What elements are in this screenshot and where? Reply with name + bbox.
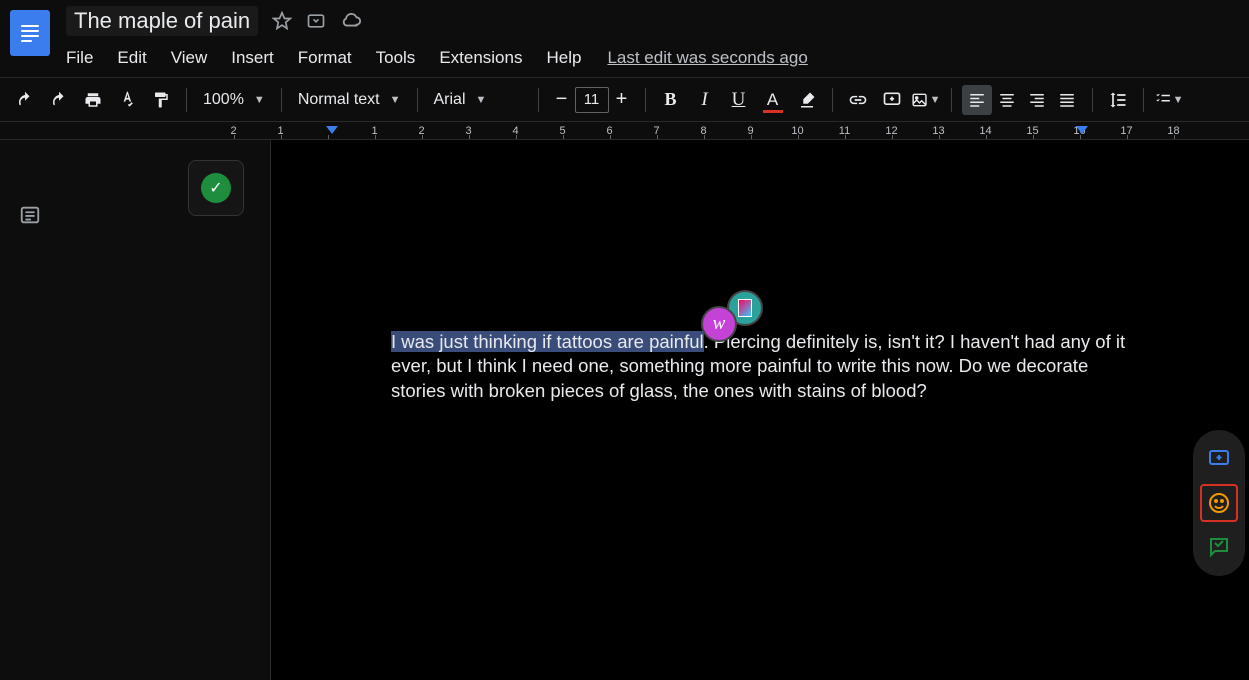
add-comment-floating-button[interactable] xyxy=(1200,440,1238,478)
formatting-toolbar: 100%▼ Normal text▼ Arial▼ − + B I U A ▼ … xyxy=(0,78,1249,122)
document-body-text[interactable]: I was just thinking if tattoos are painf… xyxy=(391,330,1139,403)
underline-button[interactable]: U xyxy=(724,85,754,115)
separator xyxy=(1092,88,1093,112)
right-indent-marker[interactable] xyxy=(1076,126,1088,137)
menu-help[interactable]: Help xyxy=(534,44,593,72)
separator xyxy=(281,88,282,112)
document-title-input[interactable]: The maple of pain xyxy=(66,6,258,36)
checklist-button[interactable]: ▼ xyxy=(1154,85,1184,115)
menu-file[interactable]: File xyxy=(66,44,105,72)
left-rail xyxy=(0,140,60,680)
document-scroll-area[interactable]: ✓ w I was just thinking if tattoos are p… xyxy=(60,140,1249,680)
ruler[interactable]: 21123456789101112131415161718 xyxy=(0,122,1249,140)
title-bar: The maple of pain File Edit View Insert … xyxy=(0,0,1249,78)
menu-edit[interactable]: Edit xyxy=(105,44,158,72)
cloud-status-icon[interactable] xyxy=(340,10,362,32)
font-size-input[interactable] xyxy=(575,87,609,113)
line-spacing-button[interactable] xyxy=(1103,85,1133,115)
print-button[interactable] xyxy=(78,85,108,115)
menu-view[interactable]: View xyxy=(159,44,220,72)
add-comment-button[interactable] xyxy=(877,85,907,115)
check-icon: ✓ xyxy=(201,173,231,203)
selected-text[interactable]: I was just thinking if tattoos are painf… xyxy=(391,331,704,352)
collaborator-avatar-1[interactable]: w xyxy=(701,306,737,342)
highlight-color-button[interactable] xyxy=(792,85,822,115)
align-justify-button[interactable] xyxy=(1052,85,1082,115)
outline-toggle-icon[interactable] xyxy=(13,198,47,232)
menu-tools[interactable]: Tools xyxy=(364,44,428,72)
menu-extensions[interactable]: Extensions xyxy=(427,44,534,72)
editor-main: ✓ w I was just thinking if tattoos are p… xyxy=(0,140,1249,680)
star-icon[interactable] xyxy=(272,11,292,31)
google-docs-app: The maple of pain File Edit View Insert … xyxy=(0,0,1249,680)
decrease-font-button[interactable]: − xyxy=(549,87,575,113)
docs-logo-icon[interactable] xyxy=(10,10,50,56)
suggest-edits-button[interactable] xyxy=(1200,528,1238,566)
grammar-check-badge[interactable]: ✓ xyxy=(188,160,244,216)
spellcheck-button[interactable] xyxy=(112,85,142,115)
comment-actions-panel xyxy=(1193,430,1245,576)
menu-insert[interactable]: Insert xyxy=(219,44,286,72)
menu-format[interactable]: Format xyxy=(286,44,364,72)
separator xyxy=(538,88,539,112)
zoom-dropdown[interactable]: 100%▼ xyxy=(197,85,271,115)
insert-link-button[interactable] xyxy=(843,85,873,115)
separator xyxy=(1143,88,1144,112)
align-left-button[interactable] xyxy=(962,85,992,115)
paint-format-button[interactable] xyxy=(146,85,176,115)
insert-image-button[interactable]: ▼ xyxy=(911,85,941,115)
paragraph-style-dropdown[interactable]: Normal text▼ xyxy=(292,85,407,115)
separator xyxy=(832,88,833,112)
redo-button[interactable] xyxy=(44,85,74,115)
separator xyxy=(951,88,952,112)
italic-button[interactable]: I xyxy=(690,85,720,115)
undo-button[interactable] xyxy=(10,85,40,115)
increase-font-button[interactable]: + xyxy=(609,87,635,113)
align-center-button[interactable] xyxy=(992,85,1022,115)
bold-button[interactable]: B xyxy=(656,85,686,115)
separator xyxy=(417,88,418,112)
document-page[interactable]: w I was just thinking if tattoos are pai… xyxy=(270,140,1249,680)
menu-bar: File Edit View Insert Format Tools Exten… xyxy=(66,44,808,72)
font-family-dropdown[interactable]: Arial▼ xyxy=(428,85,528,115)
text-color-button[interactable]: A xyxy=(758,85,788,115)
separator xyxy=(645,88,646,112)
align-right-button[interactable] xyxy=(1022,85,1052,115)
separator xyxy=(186,88,187,112)
first-line-indent-marker[interactable] xyxy=(326,126,338,137)
last-edit-link[interactable]: Last edit was seconds ago xyxy=(607,48,807,68)
add-emoji-reaction-button[interactable] xyxy=(1200,484,1238,522)
move-icon[interactable] xyxy=(306,11,326,31)
